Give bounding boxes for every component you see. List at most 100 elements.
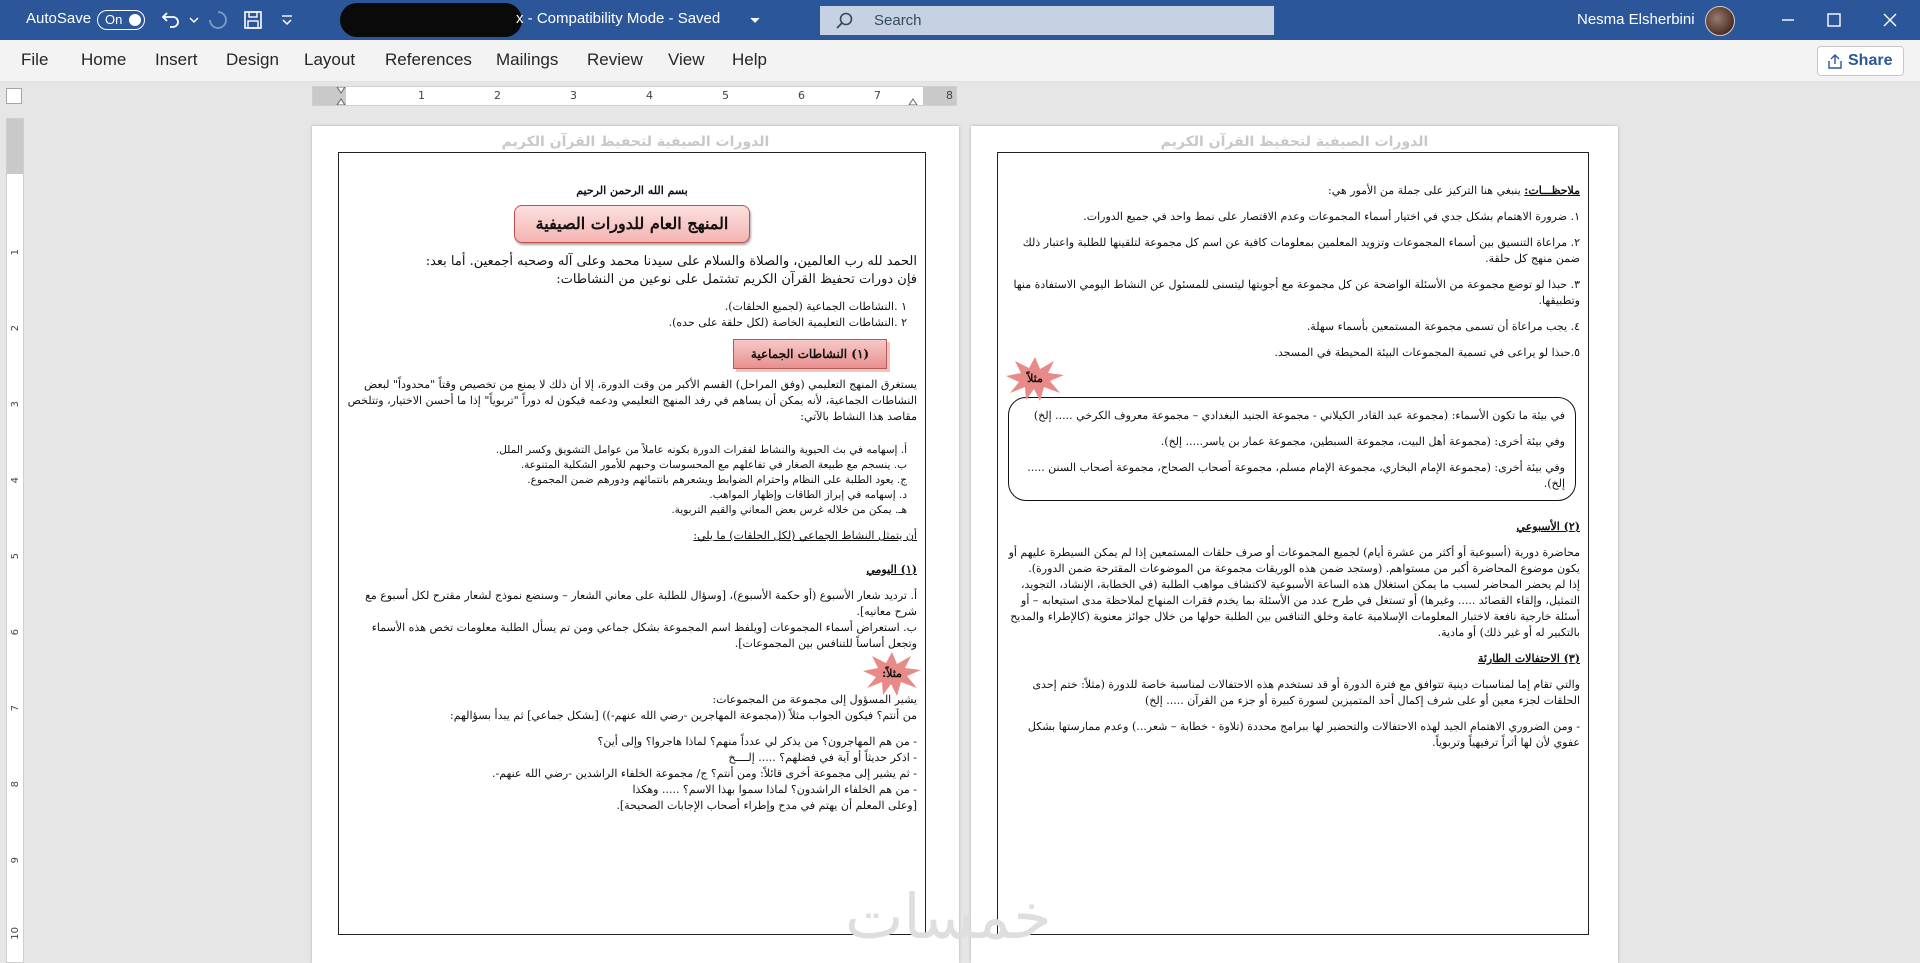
ruler-tick-label: 3 bbox=[10, 401, 21, 408]
list-item: - اذكر حديثاً أو آية في فضلهم؟ ..... إلـ… bbox=[728, 751, 917, 764]
list-item: ب. استعراض أسماء المجموعات [ويلفظ اسم ال… bbox=[371, 621, 917, 650]
redo-icon[interactable] bbox=[206, 8, 230, 32]
list-item: ٢. مراعاة التنسيق بين أسماء المجموعات وت… bbox=[1022, 236, 1580, 265]
document-page-1: الدورات الصيفية لتحفيظ القرآن الكريم بسم… bbox=[312, 126, 959, 963]
page-header: الدورات الصيفية لتحفيظ القرآن الكريم bbox=[1160, 134, 1429, 150]
document-title[interactable]: x - Compatibility Mode - Saved bbox=[516, 10, 720, 27]
tab-references[interactable]: References bbox=[385, 50, 472, 70]
example-starburst: مثلاً bbox=[1006, 357, 1064, 401]
redacted-filename bbox=[340, 3, 522, 37]
undo-dropdown-icon[interactable] bbox=[187, 8, 201, 32]
share-button[interactable]: Share bbox=[1817, 46, 1904, 76]
autosave-toggle[interactable]: On bbox=[97, 10, 145, 30]
minimize-icon[interactable] bbox=[1776, 8, 1800, 32]
ruler-tick-label: 4 bbox=[646, 89, 653, 102]
list-item: - من هم الخلفاء الراشدون؟ لماذا سموا بهذ… bbox=[632, 783, 917, 796]
list-item: في بيئة ما تكون الأسماء: (مجموعة عبد الق… bbox=[1033, 409, 1565, 422]
page-border[interactable]: ملاحظـــات: ينبغي هنا التركيز على جملة م… bbox=[997, 152, 1589, 935]
tab-home[interactable]: Home bbox=[81, 50, 126, 70]
ruler-tick-label: 7 bbox=[10, 705, 21, 712]
paragraph: يشير المسؤول إلى مجموعة من المجموعات: bbox=[712, 693, 917, 706]
ruler-tick-label: 9 bbox=[10, 857, 21, 864]
document-title-box: المنهج العام للدورات الصيفية bbox=[514, 205, 750, 243]
maximize-icon[interactable] bbox=[1822, 8, 1846, 32]
ruler-tick-label: 4 bbox=[10, 477, 21, 484]
tab-review[interactable]: Review bbox=[587, 50, 643, 70]
search-icon bbox=[836, 12, 853, 29]
list-item: ١. ضرورة الاهتمام بشكل جدي في اختيار أسم… bbox=[1083, 210, 1580, 223]
avatar[interactable] bbox=[1705, 6, 1735, 36]
horizontal-ruler[interactable]: 1 2 3 4 5 6 7 8 bbox=[312, 86, 957, 106]
list-item: [وعلى المعلم أن يهتم في مدح وإطراء أصحاب… bbox=[616, 799, 917, 812]
tab-insert[interactable]: Insert bbox=[155, 50, 198, 70]
list-item: هـ. يمكن من خلاله غرس بعض المعاني والقيم… bbox=[671, 504, 907, 516]
ruler-tick-label: 6 bbox=[798, 89, 805, 102]
section-heading-box: (١) النشاطات الجماعية bbox=[733, 339, 887, 369]
tab-view[interactable]: View bbox=[668, 50, 705, 70]
tab-selector[interactable] bbox=[6, 88, 22, 104]
tab-help[interactable]: Help bbox=[732, 50, 767, 70]
share-icon bbox=[1828, 54, 1842, 69]
ribbon-tabs: File Home Insert Design Layout Reference… bbox=[0, 40, 1920, 82]
autosave-label: AutoSave bbox=[26, 10, 92, 27]
list-item: ٤. يجب مراعاة أن تسمى مجموعة المستمعين ب… bbox=[1306, 320, 1580, 333]
close-icon[interactable] bbox=[1878, 8, 1902, 32]
ruler-tick-label: 6 bbox=[10, 629, 21, 636]
ruler-top-margin bbox=[7, 119, 23, 174]
list-item: - ثم يشير إلى مجموعة أخرى قائلاً: ومن أن… bbox=[491, 767, 917, 780]
list-item: ٢ .النشاطات التعليمية الخاصة (لكل حلقة ع… bbox=[668, 316, 907, 329]
paragraph: محاضرة دورية (أسبوعية أو أكثر من عشرة أي… bbox=[1008, 546, 1580, 575]
tab-layout[interactable]: Layout bbox=[304, 50, 355, 70]
notes-intro: ينبغي هنا التركيز على جملة من الأمور هي: bbox=[1328, 184, 1521, 197]
search-box[interactable]: Search bbox=[820, 6, 1274, 35]
list-item: ب. ينسجم مع طبيعة الصغار في تفاعلهم مع ا… bbox=[520, 459, 907, 471]
ruler-tick-label: 1 bbox=[10, 249, 21, 256]
save-icon[interactable] bbox=[241, 8, 265, 32]
page-header: الدورات الصيفية لتحفيظ القرآن الكريم bbox=[501, 134, 770, 150]
ruler-tick-label: 5 bbox=[722, 89, 729, 102]
paragraph: إذا لم يحضر المحاضر لسبب ما يمكن استغلال… bbox=[1010, 578, 1580, 639]
toggle-knob bbox=[129, 14, 141, 26]
page-border[interactable]: بسم الله الرحمن الرحيم المنهج العام للدو… bbox=[338, 152, 926, 935]
ruler-band: 1 2 3 4 5 6 7 8 bbox=[0, 82, 1920, 110]
subsection-heading: (٣) الاحتفالات الطارئة bbox=[1477, 652, 1580, 665]
examples-box: في بيئة ما تكون الأسماء: (مجموعة عبد الق… bbox=[1008, 397, 1576, 501]
share-label: Share bbox=[1848, 52, 1893, 69]
autosave-toggle-state: On bbox=[105, 12, 123, 27]
document-page-2: الدورات الصيفية لتحفيظ القرآن الكريم ملا… bbox=[971, 126, 1618, 963]
example-starburst: مثلاً: bbox=[863, 652, 921, 696]
tab-mailings[interactable]: Mailings bbox=[496, 50, 558, 70]
paragraph: من أنتم؟ فيكون الجواب مثلاً ((مجموعة الم… bbox=[450, 709, 917, 722]
undo-icon[interactable] bbox=[158, 8, 182, 32]
paragraph: والتي تقام إما لمناسبات دينية تتوافق مع … bbox=[1032, 678, 1580, 707]
tab-file[interactable]: File bbox=[21, 50, 48, 70]
ruler-tick-label: 1 bbox=[418, 89, 425, 102]
intro-line: فإن دورات تحفيظ القرآن الكريم تشتمل على … bbox=[556, 272, 917, 287]
customize-toolbar-icon[interactable] bbox=[278, 8, 296, 32]
right-indent-marker-icon[interactable] bbox=[908, 87, 918, 105]
paragraph: يستغرق المنهج التعليمي (وفق المراحل) الق… bbox=[347, 378, 917, 423]
ruler-tick-label: 7 bbox=[874, 89, 881, 102]
list-item: وفي بيئة أخرى: (مجموعة أهل البيت، مجموعة… bbox=[1160, 435, 1565, 448]
title-dropdown-icon[interactable] bbox=[748, 8, 762, 32]
user-name[interactable]: Nesma Elsherbini bbox=[1577, 11, 1695, 28]
indent-marker-icon[interactable] bbox=[336, 87, 346, 105]
example-label: مثلاً bbox=[1027, 372, 1043, 385]
list-item: ٣. حبذا لو توضع مجموعة من الأسئلة الواضح… bbox=[1013, 278, 1580, 307]
vertical-ruler[interactable]: 1 2 3 4 5 6 7 8 9 10 bbox=[6, 118, 24, 963]
paragraph: - ومن الضروري الاهتمام الجيد لهذه الاحتف… bbox=[1027, 720, 1580, 749]
tab-design[interactable]: Design bbox=[226, 50, 279, 70]
search-placeholder: Search bbox=[874, 12, 922, 29]
notes-heading: ملاحظـــات: bbox=[1524, 184, 1580, 197]
list-item: أ. ترديد شعار الأسبوع (أو حكمة الأسبوع)،… bbox=[365, 589, 917, 618]
basmala: بسم الله الرحمن الرحيم bbox=[576, 184, 688, 197]
list-item: وفي بيئة أخرى: (مجموعة الإمام البخاري، م… bbox=[1027, 461, 1565, 490]
list-item: د. إسهامه في إبراز الطاقات وإظهار المواه… bbox=[709, 489, 907, 501]
ruler-tick-label: 8 bbox=[946, 89, 953, 102]
example-label: مثلاً: bbox=[882, 667, 902, 680]
ruler-tick-label: 3 bbox=[570, 89, 577, 102]
ruler-tick-label: 5 bbox=[10, 553, 21, 560]
list-item: ١ .النشاطات الجماعية (لجميع الحلقات). bbox=[724, 300, 907, 313]
ruler-tick-label: 2 bbox=[494, 89, 501, 102]
list-item: ج. يعود الطلبة على النظام واحترام الضواب… bbox=[527, 474, 907, 486]
